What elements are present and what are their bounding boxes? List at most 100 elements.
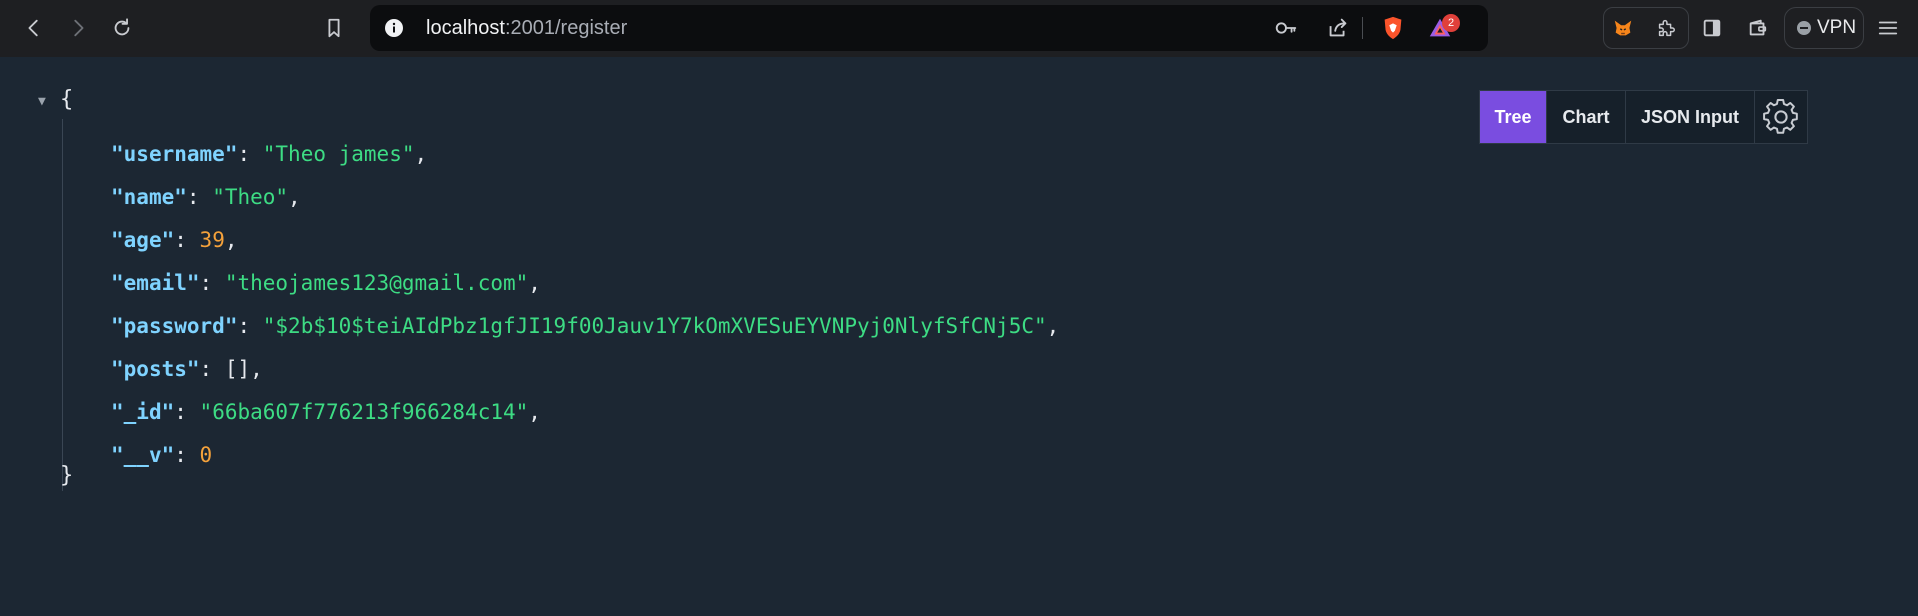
extensions-button[interactable] — [1648, 10, 1684, 46]
key-quote: " — [174, 185, 187, 209]
notification-badge: 2 — [1442, 14, 1460, 32]
comma: , — [528, 400, 541, 424]
key-quote: " — [111, 271, 124, 295]
json-viewer: ▼ { "username": "Theo james", "name": "Th… — [0, 57, 1918, 616]
tab-json-input[interactable]: JSON Input — [1626, 91, 1755, 143]
indent-guide — [62, 119, 63, 491]
menu-button[interactable] — [1870, 10, 1906, 46]
key-quote: " — [111, 142, 124, 166]
key-quote: " — [224, 314, 238, 338]
collapse-triangle-icon[interactable]: ▼ — [38, 95, 52, 109]
comma: , — [288, 185, 301, 209]
bookmark-icon — [328, 18, 340, 38]
close-brace: } — [60, 463, 74, 488]
comma: , — [250, 357, 263, 381]
colon: : — [199, 271, 225, 295]
key-quote: " — [111, 314, 124, 338]
colon: : — [237, 314, 263, 338]
chevron-right-icon — [74, 19, 84, 37]
json-key: password — [123, 314, 225, 338]
json-field-name: "name": "Theo", — [111, 182, 301, 212]
reload-icon — [114, 18, 130, 36]
colon: : — [199, 357, 225, 381]
json-key: email — [123, 271, 187, 295]
key-quote: " — [111, 400, 124, 424]
vpn-status-icon — [1797, 21, 1811, 35]
json-field-posts: "posts": [], — [111, 354, 263, 384]
json-field-id: "_id": "66ba607f776213f966284c14", — [111, 397, 541, 427]
vpn-label: VPN — [1817, 17, 1857, 38]
brave-shields-button[interactable] — [1379, 14, 1407, 42]
chevron-left-icon — [28, 19, 38, 37]
json-key: age — [123, 228, 162, 252]
json-value: "$2b$10$teiAIdPbz1gfJI19f00Jauv1Y7kOmXVE… — [262, 314, 1047, 338]
json-value: "theojames123@gmail.com" — [224, 271, 529, 295]
puzzle-icon — [1658, 19, 1675, 37]
json-value: 39 — [199, 228, 225, 252]
password-key-button[interactable] — [1272, 14, 1300, 42]
tab-tree[interactable]: Tree — [1480, 91, 1547, 143]
wallet-icon — [1749, 19, 1767, 36]
key-quote: " — [161, 443, 175, 467]
key-quote: " — [111, 185, 124, 209]
json-value: "Theo" — [212, 185, 289, 209]
json-key: posts — [123, 357, 187, 381]
forward-button[interactable] — [60, 10, 96, 46]
settings-button[interactable] — [1755, 91, 1807, 143]
json-field-age: "age": 39, — [111, 225, 238, 255]
view-mode-tabs: Tree Chart JSON Input — [1479, 90, 1808, 144]
colon: : — [237, 142, 263, 166]
json-field-username: "username": "Theo james", — [111, 139, 427, 169]
json-key: name — [123, 185, 175, 209]
tab-chart[interactable]: Chart — [1547, 91, 1626, 143]
hamburger-menu-icon — [1878, 21, 1898, 35]
json-key: __v — [123, 443, 162, 467]
url-text[interactable]: localhost:2001/register — [426, 18, 627, 38]
json-field-password: "password": "$2b$10$teiAIdPbz1gfJI19f00J… — [111, 311, 1059, 341]
url-separator — [1362, 17, 1363, 39]
key-quote: " — [111, 443, 124, 467]
comma: , — [414, 142, 428, 166]
key-quote: " — [186, 357, 200, 381]
metamask-button[interactable] — [1605, 10, 1641, 46]
address-bar[interactable]: localhost:2001/register 2 — [370, 5, 1488, 51]
key-quote: " — [111, 228, 124, 252]
brave-lion-icon — [1384, 16, 1402, 40]
json-value: "66ba607f776213f966284c14" — [199, 400, 529, 424]
colon: : — [174, 228, 200, 252]
key-quote: " — [111, 357, 124, 381]
json-value: [] — [224, 357, 251, 381]
comma: , — [1046, 314, 1060, 338]
wallet-button[interactable] — [1740, 10, 1776, 46]
vpn-button[interactable]: VPN — [1784, 7, 1864, 49]
sidebar-icon — [1703, 19, 1721, 37]
url-path: :2001/register — [504, 17, 628, 39]
key-quote: " — [186, 271, 200, 295]
colon: : — [174, 443, 200, 467]
json-key: username — [123, 142, 225, 166]
json-value: "Theo james" — [262, 142, 415, 166]
colon: : — [186, 185, 213, 209]
json-field-v: "__v": 0 — [111, 440, 212, 470]
key-quote: " — [224, 142, 238, 166]
fox-icon — [1614, 20, 1632, 36]
reload-button[interactable] — [104, 10, 140, 46]
json-value: 0 — [199, 443, 213, 467]
site-info-icon[interactable] — [384, 18, 404, 38]
key-quote: " — [161, 400, 175, 424]
key-icon — [1275, 22, 1297, 34]
share-button[interactable] — [1324, 14, 1352, 42]
share-icon — [1329, 18, 1347, 37]
bookmark-button[interactable] — [316, 10, 352, 46]
sidebar-button[interactable] — [1694, 10, 1730, 46]
key-quote: " — [161, 228, 175, 252]
json-field-email: "email": "theojames123@gmail.com", — [111, 268, 541, 298]
comma: , — [528, 271, 541, 295]
colon: : — [174, 400, 200, 424]
comma: , — [224, 228, 238, 252]
back-button[interactable] — [16, 10, 52, 46]
browser-toolbar: localhost:2001/register 2 VPN — [0, 0, 1918, 57]
url-host: localhost — [426, 17, 505, 39]
gear-icon — [1763, 99, 1798, 134]
json-key: _id — [123, 400, 162, 424]
